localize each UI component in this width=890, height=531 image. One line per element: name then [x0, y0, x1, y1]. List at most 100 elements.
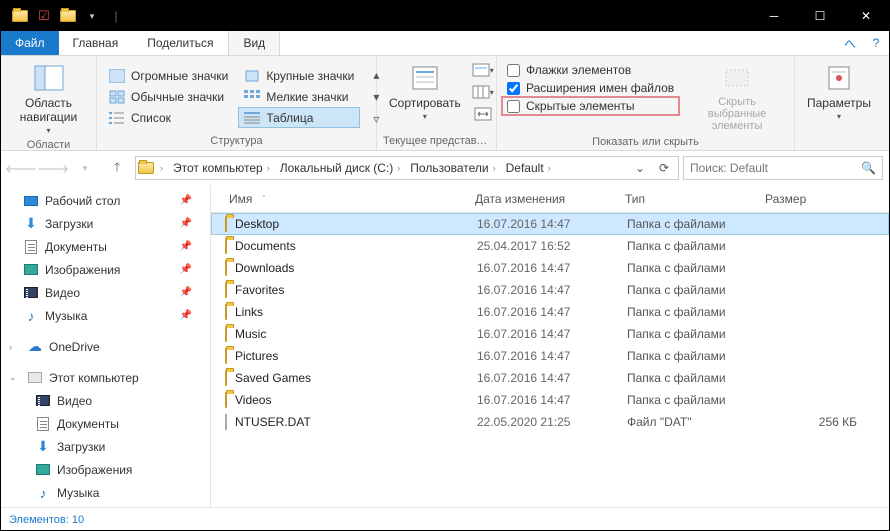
- nav-item[interactable]: ⬇Загрузки: [1, 435, 210, 458]
- layout-details[interactable]: Таблица: [238, 107, 360, 128]
- layout-list[interactable]: Список: [103, 107, 234, 128]
- up-button[interactable]: 🡑: [103, 156, 131, 180]
- nav-item[interactable]: Видео📌: [1, 281, 210, 304]
- qat-folder-icon[interactable]: [9, 5, 31, 27]
- ribbon-group-current-view: Сортировать ▾ ▾ ▾ Текущее представлен...: [377, 56, 497, 150]
- add-columns-button[interactable]: ▾: [471, 82, 495, 102]
- layout-large[interactable]: Крупные значки: [238, 65, 360, 86]
- file-name: Links: [235, 305, 263, 319]
- tab-view[interactable]: Вид: [228, 31, 280, 55]
- sort-icon: [409, 62, 441, 94]
- address-bar-row: 🡐 🡒 ▾ 🡑 › Этот компьютер› Локальный диск…: [1, 151, 889, 185]
- file-row[interactable]: Downloads16.07.2016 14:47Папка с файлами: [211, 257, 889, 279]
- address-dropdown-icon[interactable]: ⌄: [628, 157, 652, 179]
- layout-small[interactable]: Мелкие значки: [238, 86, 360, 107]
- file-date: 16.07.2016 14:47: [477, 371, 627, 385]
- breadcrumb[interactable]: Пользователи›: [406, 161, 499, 175]
- navigation-pane-button[interactable]: Область навигации ▾: [7, 60, 90, 137]
- column-date[interactable]: Дата изменения: [463, 192, 613, 206]
- qat-new-folder-icon[interactable]: [57, 5, 79, 27]
- nav-item[interactable]: Изображения: [1, 458, 210, 481]
- tab-share[interactable]: Поделиться: [133, 31, 228, 55]
- ribbon-group-layout: Огромные значки Крупные значки Обычные з…: [97, 56, 377, 150]
- address-bar[interactable]: › Этот компьютер› Локальный диск (C:)› П…: [135, 156, 679, 180]
- minimize-button[interactable]: ─: [751, 1, 797, 31]
- file-row[interactable]: Documents25.04.2017 16:52Папка с файлами: [211, 235, 889, 257]
- column-headers[interactable]: Имяˆ Дата изменения Тип Размер: [211, 185, 889, 213]
- file-row[interactable]: Saved Games16.07.2016 14:47Папка с файла…: [211, 367, 889, 389]
- pictures-icon: [35, 462, 51, 478]
- breadcrumb-sep[interactable]: ›: [156, 163, 167, 173]
- sort-caret-icon: ˆ: [262, 194, 265, 204]
- options-button[interactable]: Параметры ▾: [801, 60, 877, 123]
- forward-button[interactable]: 🡒: [39, 156, 67, 180]
- breadcrumb[interactable]: Этот компьютер›: [169, 161, 274, 175]
- chevron-down-icon: ▾: [46, 126, 50, 135]
- file-type: Папка с файлами: [627, 305, 767, 319]
- qat-dropdown-icon[interactable]: ▾: [81, 5, 103, 27]
- qat-divider-icon: |: [105, 5, 127, 27]
- breadcrumb[interactable]: Локальный диск (C:)›: [276, 161, 405, 175]
- hide-selected-button[interactable]: Скрыть выбранные элементы: [686, 60, 788, 134]
- tab-home[interactable]: Главная: [59, 31, 134, 55]
- layout-medium[interactable]: Обычные значки: [103, 86, 234, 107]
- folder-icon: [225, 393, 227, 407]
- file-row[interactable]: Links16.07.2016 14:47Папка с файлами: [211, 301, 889, 323]
- document-icon: [35, 416, 51, 432]
- navigation-pane[interactable]: Рабочий стол📌⬇Загрузки📌Документы📌Изображ…: [1, 185, 211, 507]
- nav-item[interactable]: ♪Музыка📌: [1, 304, 210, 327]
- file-type: Папка с файлами: [627, 217, 767, 231]
- folder-icon: [225, 349, 227, 363]
- column-size[interactable]: Размер: [753, 192, 843, 206]
- close-button[interactable]: ✕: [843, 1, 889, 31]
- size-columns-button[interactable]: [471, 104, 495, 124]
- nav-item[interactable]: ♪Музыка: [1, 481, 210, 504]
- nav-item[interactable]: Рабочий стол📌: [1, 189, 210, 212]
- back-button[interactable]: 🡐: [7, 156, 35, 180]
- pin-icon: 📌: [180, 241, 192, 252]
- file-row[interactable]: Videos16.07.2016 14:47Папка с файлами: [211, 389, 889, 411]
- group-by-button[interactable]: ▾: [471, 60, 495, 80]
- expand-icon[interactable]: ›: [9, 342, 21, 352]
- ribbon-collapse-icon[interactable]: へ: [837, 31, 863, 55]
- pin-icon: 📌: [180, 264, 192, 275]
- nav-item[interactable]: ⬇Загрузки📌: [1, 212, 210, 235]
- titlebar: ☑ ▾ | ─ ☐ ✕: [1, 1, 889, 31]
- file-row[interactable]: Music16.07.2016 14:47Папка с файлами: [211, 323, 889, 345]
- pictures-icon: [23, 262, 39, 278]
- breadcrumb[interactable]: Default›: [502, 161, 555, 175]
- help-icon[interactable]: ?: [863, 31, 889, 55]
- folder-icon: [225, 217, 227, 231]
- column-name[interactable]: Имяˆ: [211, 192, 463, 206]
- ribbon-group-show-hide: Флажки элементов Расширения имен файлов …: [497, 56, 795, 150]
- refresh-icon[interactable]: ⟳: [652, 157, 676, 179]
- nav-onedrive[interactable]: ›☁OneDrive: [1, 335, 210, 358]
- nav-item[interactable]: Изображения📌: [1, 258, 210, 281]
- file-type: Папка с файлами: [627, 371, 767, 385]
- nav-this-pc[interactable]: ⌄Этот компьютер: [1, 366, 210, 389]
- layout-extra-large[interactable]: Огромные значки: [103, 65, 234, 86]
- layout-gallery[interactable]: Огромные значки Крупные значки Обычные з…: [103, 65, 360, 128]
- file-extensions-toggle[interactable]: Расширения имен файлов: [503, 80, 678, 96]
- recent-dropdown[interactable]: ▾: [71, 156, 99, 180]
- column-type[interactable]: Тип: [613, 192, 753, 206]
- nav-item[interactable]: Видео: [1, 389, 210, 412]
- collapse-icon[interactable]: ⌄: [9, 372, 21, 383]
- item-checkboxes-toggle[interactable]: Флажки элементов: [503, 62, 678, 78]
- file-list[interactable]: Desktop16.07.2016 14:47Папка с файламиDo…: [211, 213, 889, 433]
- file-row[interactable]: NTUSER.DAT22.05.2020 21:25Файл "DAT"256 …: [211, 411, 889, 433]
- hidden-items-toggle[interactable]: Скрытые элементы: [503, 98, 678, 114]
- maximize-button[interactable]: ☐: [797, 1, 843, 31]
- sort-button[interactable]: Сортировать ▾: [383, 60, 467, 123]
- qat-properties-icon[interactable]: ☑: [33, 5, 55, 27]
- file-name: Pictures: [235, 349, 278, 363]
- search-input[interactable]: Поиск: Default 🔍: [683, 156, 883, 180]
- file-row[interactable]: Favorites16.07.2016 14:47Папка с файлами: [211, 279, 889, 301]
- nav-item-label: Документы: [45, 240, 107, 254]
- document-icon: [23, 239, 39, 255]
- file-row[interactable]: Pictures16.07.2016 14:47Папка с файлами: [211, 345, 889, 367]
- file-row[interactable]: Desktop16.07.2016 14:47Папка с файлами: [211, 213, 889, 235]
- file-menu[interactable]: Файл: [1, 31, 59, 55]
- nav-item[interactable]: Документы: [1, 412, 210, 435]
- nav-item[interactable]: Документы 📌: [1, 235, 210, 258]
